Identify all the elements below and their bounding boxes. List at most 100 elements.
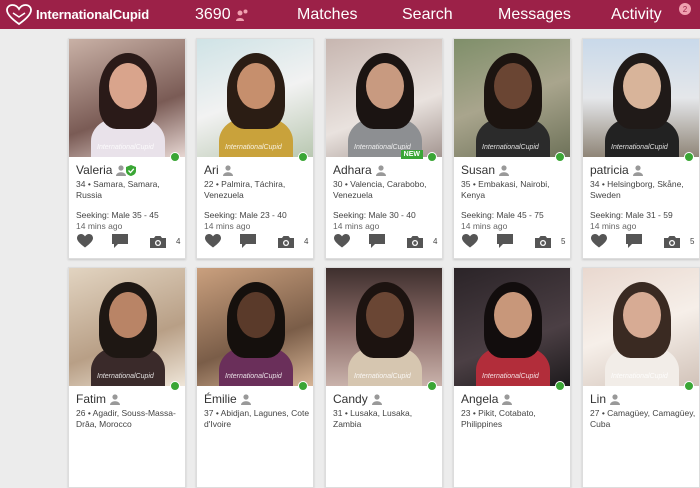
camera-icon[interactable] <box>278 235 294 248</box>
name-row: Candy <box>333 392 441 406</box>
profile-name[interactable]: Lin <box>590 392 606 406</box>
photo-figure-face <box>366 292 404 338</box>
profile-photo[interactable]: InternationalCupid <box>69 268 185 386</box>
chat-icon[interactable] <box>497 234 513 248</box>
last-active-time: 14 mins ago <box>590 220 637 231</box>
profile-photo[interactable]: InternationalCupid <box>583 39 699 157</box>
profile-photo[interactable]: InternationalCupid <box>326 39 442 157</box>
nav-search[interactable]: Search <box>402 0 453 29</box>
profile-photo[interactable]: InternationalCupid <box>454 268 570 386</box>
heart-icon[interactable] <box>77 234 93 248</box>
profile-photo[interactable]: InternationalCupid <box>197 268 313 386</box>
profile-name[interactable]: Émilie <box>204 392 237 406</box>
photo-figure-face <box>109 63 147 109</box>
profile-location: 23 • Pikit, Cotabato, Philippines <box>461 408 536 429</box>
profile-info: Ari 22 • Palmira, Táchira, Venezuela Seeki… <box>204 163 312 231</box>
heart-icon[interactable] <box>334 234 350 248</box>
profile-card[interactable]: InternationalCupid Fatim 26 • Agadir, Sous… <box>68 267 186 488</box>
profile-card[interactable]: InternationalCupid patricia 34 • Helsingbo… <box>582 38 700 259</box>
profile-name[interactable]: Adhara <box>333 163 372 177</box>
name-row: Ari <box>204 163 312 177</box>
photo-figure-face <box>237 292 275 338</box>
profile-photo[interactable]: InternationalCupid <box>454 39 570 157</box>
profile-card[interactable]: InternationalCupid NEW Adhara 30 • Valencia… <box>325 38 443 259</box>
profile-location: 35 • Embakasi, Nairobi, Kenya <box>461 179 550 200</box>
profile-name[interactable]: Valeria <box>76 163 112 177</box>
name-row: Angela <box>461 392 569 406</box>
member-count[interactable]: 3690 <box>195 0 249 29</box>
card-actions: 4 <box>332 234 442 250</box>
profile-name[interactable]: Susan <box>461 163 495 177</box>
photo-watermark: InternationalCupid <box>611 373 668 380</box>
photo-watermark: InternationalCupid <box>225 144 282 151</box>
photo-figure-face <box>623 292 661 338</box>
camera-icon[interactable] <box>535 235 551 248</box>
last-active-time: 14 mins ago <box>461 220 508 231</box>
profile-photo[interactable]: InternationalCupid <box>326 268 442 386</box>
profile-seeking: Seeking: Male 23 - 40 <box>204 210 287 220</box>
profile-seeking: Seeking: Male 30 - 40 <box>333 210 416 220</box>
camera-icon[interactable] <box>150 235 166 248</box>
profile-name[interactable]: Fatim <box>76 392 106 406</box>
last-active-time: 14 mins ago <box>76 220 123 231</box>
profile-info: Candy 31 • Lusaka, Lusaka, Zambia <box>333 392 441 439</box>
chat-icon[interactable] <box>626 234 642 248</box>
card-actions: 5 <box>460 234 570 250</box>
card-actions: 4 <box>75 234 185 250</box>
nav-activity-label: Activity <box>611 5 662 23</box>
profile-photo[interactable]: InternationalCupid <box>69 39 185 157</box>
nav-matches[interactable]: Matches <box>297 0 357 29</box>
user-icon <box>240 393 251 405</box>
profile-seeking: Seeking: Male 45 - 75 <box>461 210 544 220</box>
name-row: patricia <box>590 163 698 177</box>
user-icon <box>502 393 513 405</box>
profile-card[interactable]: InternationalCupid Susan 35 • Embakasi, Na… <box>453 38 571 259</box>
online-status-dot <box>427 381 437 391</box>
heart-icon[interactable] <box>462 234 478 248</box>
nav-search-label: Search <box>402 5 453 23</box>
photo-count: 4 <box>304 237 309 246</box>
profile-info: Angela 23 • Pikit, Cotabato, Philippines <box>461 392 569 439</box>
photo-watermark: InternationalCupid <box>611 144 668 151</box>
name-row: Susan <box>461 163 569 177</box>
user-icon <box>116 164 127 176</box>
shield-check-icon <box>126 164 137 176</box>
member-count-value: 3690 <box>195 5 231 23</box>
online-status-dot <box>170 152 180 162</box>
online-status-dot <box>427 152 437 162</box>
chat-icon[interactable] <box>240 234 256 248</box>
user-icon <box>222 164 233 176</box>
profile-info: Susan 35 • Embakasi, Nairobi, Kenya Seekin… <box>461 163 569 231</box>
nav-activity[interactable]: Activity <box>611 0 662 29</box>
user-icon <box>632 164 643 176</box>
profile-name[interactable]: Candy <box>333 392 368 406</box>
profile-card[interactable]: InternationalCupid Émilie 37 • Abidjan, La… <box>196 267 314 488</box>
chat-icon[interactable] <box>369 234 385 248</box>
profile-card[interactable]: InternationalCupid Ari 22 • Palmira, Táchi… <box>196 38 314 259</box>
profile-location: 30 • Valencia, Carabobo, Venezuela <box>333 179 427 200</box>
profile-info: Valeria 34 • Samara, Samara, Russia Seekin… <box>76 163 184 231</box>
profile-card[interactable]: InternationalCupid Valeria 34 • Samara, Sa… <box>68 38 186 259</box>
camera-icon[interactable] <box>407 235 423 248</box>
profile-name[interactable]: Ari <box>204 163 219 177</box>
profile-name[interactable]: patricia <box>590 163 629 177</box>
camera-icon[interactable] <box>664 235 680 248</box>
profile-card[interactable]: InternationalCupid Angela 23 • Pikit, Cota… <box>453 267 571 488</box>
heart-icon[interactable] <box>205 234 221 248</box>
profile-location: 31 • Lusaka, Lusaka, Zambia <box>333 408 413 429</box>
nav-messages[interactable]: Messages <box>498 0 571 29</box>
profile-seeking: Seeking: Male 35 - 45 <box>76 210 159 220</box>
brand-logo[interactable]: InternationalCupid <box>0 3 180 26</box>
profile-location: 22 • Palmira, Táchira, Venezuela <box>204 179 286 200</box>
profile-name[interactable]: Angela <box>461 392 498 406</box>
heart-icon[interactable] <box>591 234 607 248</box>
profile-photo[interactable]: InternationalCupid <box>197 39 313 157</box>
online-status-dot <box>298 152 308 162</box>
photo-figure-face <box>623 63 661 109</box>
profile-photo[interactable]: InternationalCupid <box>583 268 699 386</box>
profile-card[interactable]: InternationalCupid Candy 31 • Lusaka, Lusa… <box>325 267 443 488</box>
profile-card[interactable]: InternationalCupid Lin 27 • Camagüey, Cama… <box>582 267 700 488</box>
chat-icon[interactable] <box>112 234 128 248</box>
photo-figure-face <box>366 63 404 109</box>
profile-location: 37 • Abidjan, Lagunes, Cote d'Ivoire <box>204 408 310 429</box>
